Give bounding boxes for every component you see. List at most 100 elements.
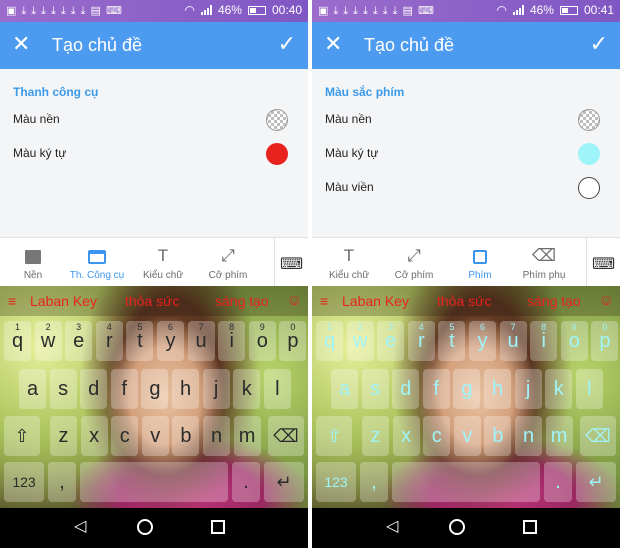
key-t[interactable]: 5t bbox=[438, 321, 466, 361]
key-m[interactable]: m bbox=[233, 416, 261, 456]
key-z[interactable]: z bbox=[50, 416, 77, 456]
key-x[interactable]: x bbox=[80, 416, 108, 456]
key-c[interactable]: c bbox=[423, 416, 451, 456]
confirm-check-icon[interactable]: ✓ bbox=[278, 32, 296, 56]
key-n[interactable]: n bbox=[515, 416, 542, 456]
tab-background[interactable]: Nền bbox=[14, 238, 52, 287]
keyboard-toggle-button[interactable]: ⌨ bbox=[274, 238, 308, 287]
key-q[interactable]: 1q bbox=[4, 321, 31, 361]
key-j[interactable]: j bbox=[514, 369, 542, 409]
key-o[interactable]: 9o bbox=[248, 321, 276, 361]
key-s[interactable]: s bbox=[49, 369, 77, 409]
setting-row-background-color[interactable]: Màu nền bbox=[312, 103, 620, 137]
key-r[interactable]: 4r bbox=[95, 321, 123, 361]
key-t[interactable]: 5t bbox=[126, 321, 154, 361]
backspace-key[interactable]: ⌫ bbox=[580, 416, 616, 456]
numbers-key[interactable]: 123 bbox=[4, 462, 44, 502]
key-p[interactable]: 0p bbox=[279, 321, 307, 361]
setting-row-text-color[interactable]: Màu ký tự bbox=[0, 137, 308, 171]
key-y[interactable]: 6y bbox=[469, 321, 496, 361]
suggestion-3[interactable]: sáng tạo bbox=[215, 293, 269, 309]
key-o[interactable]: 9o bbox=[560, 321, 588, 361]
tab-font[interactable]: T Kiểu chữ bbox=[138, 238, 188, 287]
space-bar[interactable] bbox=[392, 462, 540, 502]
emoji-icon[interactable]: ☺ bbox=[287, 292, 302, 309]
white-color-swatch[interactable] bbox=[578, 177, 600, 199]
key-l[interactable]: l bbox=[575, 369, 603, 409]
key-g[interactable]: g bbox=[453, 369, 481, 409]
key-c[interactable]: c bbox=[111, 416, 139, 456]
back-icon[interactable]: ◁ bbox=[386, 517, 398, 537]
shift-key[interactable]: ⇧ bbox=[316, 416, 352, 456]
key-f[interactable]: f bbox=[422, 369, 450, 409]
setting-row-border-color[interactable]: Màu viền bbox=[312, 171, 620, 205]
tab-toolbar[interactable]: Th. Công cụ bbox=[64, 238, 130, 287]
red-color-swatch[interactable] bbox=[266, 143, 288, 165]
key-s[interactable]: s bbox=[361, 369, 389, 409]
key-e[interactable]: 3e bbox=[377, 321, 405, 361]
home-icon[interactable] bbox=[137, 519, 153, 535]
key-a[interactable]: a bbox=[331, 369, 358, 409]
tab-extra-keys[interactable]: ⌫ Phím phụ bbox=[518, 238, 570, 287]
key-u[interactable]: 7u bbox=[499, 321, 527, 361]
keyboard-toggle-button[interactable]: ⌨ bbox=[586, 238, 620, 287]
suggestion-2[interactable]: thỏa sức bbox=[125, 293, 180, 309]
key-w[interactable]: 2w bbox=[346, 321, 374, 361]
space-bar[interactable] bbox=[80, 462, 228, 502]
period-key[interactable]: . bbox=[544, 462, 572, 502]
key-k[interactable]: k bbox=[233, 369, 261, 409]
setting-row-text-color[interactable]: Màu ký tự bbox=[312, 137, 620, 171]
key-h[interactable]: h bbox=[172, 369, 199, 409]
tab-key-size[interactable]: ⤢ Cỡ phím bbox=[390, 238, 438, 287]
suggestion-1[interactable]: Laban Key bbox=[30, 293, 97, 309]
cyan-color-swatch[interactable] bbox=[578, 143, 600, 165]
suggestion-3[interactable]: sáng tạo bbox=[527, 293, 581, 309]
close-icon[interactable]: ✕ bbox=[12, 33, 30, 55]
key-b[interactable]: b bbox=[484, 416, 512, 456]
confirm-check-icon[interactable]: ✓ bbox=[590, 32, 608, 56]
suggestion-2[interactable]: thỏa sức bbox=[437, 293, 492, 309]
transparent-color-swatch[interactable] bbox=[266, 109, 288, 131]
menu-icon[interactable]: ≡ bbox=[8, 293, 16, 309]
comma-key[interactable]: , bbox=[360, 462, 388, 502]
key-w[interactable]: 2w bbox=[34, 321, 62, 361]
backspace-key[interactable]: ⌫ bbox=[268, 416, 304, 456]
key-u[interactable]: 7u bbox=[187, 321, 215, 361]
menu-icon[interactable]: ≡ bbox=[320, 293, 328, 309]
key-d[interactable]: d bbox=[80, 369, 108, 409]
tab-font[interactable]: T Kiểu chữ bbox=[324, 238, 374, 287]
setting-row-background-color[interactable]: Màu nền bbox=[0, 103, 308, 137]
enter-key[interactable]: ↵ bbox=[264, 462, 304, 502]
key-a[interactable]: a bbox=[19, 369, 46, 409]
key-z[interactable]: z bbox=[362, 416, 389, 456]
key-f[interactable]: f bbox=[110, 369, 138, 409]
emoji-icon[interactable]: ☺ bbox=[599, 292, 614, 309]
numbers-key[interactable]: 123 bbox=[316, 462, 356, 502]
key-i[interactable]: 8i bbox=[218, 321, 246, 361]
key-b[interactable]: b bbox=[172, 416, 200, 456]
key-x[interactable]: x bbox=[392, 416, 420, 456]
key-d[interactable]: d bbox=[392, 369, 420, 409]
enter-key[interactable]: ↵ bbox=[576, 462, 616, 502]
key-v[interactable]: v bbox=[141, 416, 169, 456]
key-q[interactable]: 1q bbox=[316, 321, 343, 361]
key-i[interactable]: 8i bbox=[530, 321, 558, 361]
key-v[interactable]: v bbox=[453, 416, 481, 456]
comma-key[interactable]: , bbox=[48, 462, 76, 502]
tab-keys[interactable]: Phím bbox=[462, 238, 498, 287]
key-l[interactable]: l bbox=[263, 369, 291, 409]
back-icon[interactable]: ◁ bbox=[74, 517, 86, 537]
key-m[interactable]: m bbox=[545, 416, 573, 456]
recent-apps-icon[interactable] bbox=[523, 520, 537, 534]
tab-key-size[interactable]: ⤢ Cỡ phím bbox=[204, 238, 252, 287]
home-icon[interactable] bbox=[449, 519, 465, 535]
key-g[interactable]: g bbox=[141, 369, 169, 409]
key-y[interactable]: 6y bbox=[157, 321, 184, 361]
key-p[interactable]: 0p bbox=[591, 321, 619, 361]
key-k[interactable]: k bbox=[545, 369, 573, 409]
key-n[interactable]: n bbox=[203, 416, 230, 456]
suggestion-1[interactable]: Laban Key bbox=[342, 293, 409, 309]
recent-apps-icon[interactable] bbox=[211, 520, 225, 534]
key-e[interactable]: 3e bbox=[65, 321, 93, 361]
close-icon[interactable]: ✕ bbox=[324, 33, 342, 55]
